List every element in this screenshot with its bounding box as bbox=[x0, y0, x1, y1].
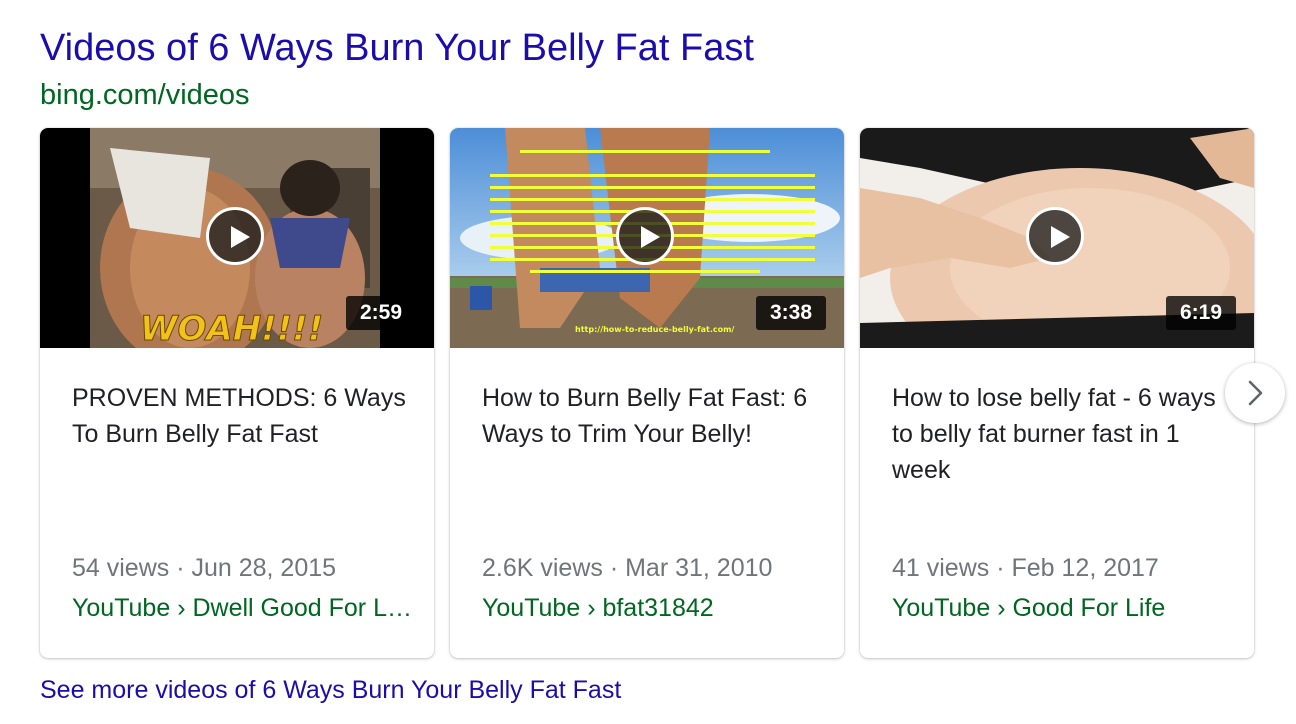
play-icon[interactable] bbox=[616, 207, 674, 265]
video-thumbnail[interactable]: http://how-to-reduce-belly-fat.com/ 3:38 bbox=[450, 128, 844, 348]
video-results-panel: Videos of 6 Ways Burn Your Belly Fat Fas… bbox=[0, 0, 1296, 724]
duration-badge: 6:19 bbox=[1165, 296, 1236, 330]
video-meta: 54 views · Jun 28, 2015 bbox=[72, 554, 337, 582]
play-icon[interactable] bbox=[1026, 207, 1084, 265]
see-more-videos-link[interactable]: See more videos of 6 Ways Burn Your Bell… bbox=[40, 674, 621, 706]
duration-badge: 3:38 bbox=[755, 296, 826, 330]
video-card[interactable]: http://how-to-reduce-belly-fat.com/ 3:38… bbox=[450, 128, 844, 658]
video-meta: 2.6K views · Mar 31, 2010 bbox=[482, 554, 773, 582]
thumb-overlay-text: WOAH!!!! bbox=[140, 309, 323, 348]
video-title[interactable]: How to lose belly fat - 6 ways to belly … bbox=[892, 380, 1232, 488]
video-title[interactable]: How to Burn Belly Fat Fast: 6 Ways to Tr… bbox=[482, 380, 822, 452]
video-channel: YouTube › bfat31842 bbox=[482, 594, 714, 622]
duration-badge: 2:59 bbox=[345, 296, 416, 330]
video-card[interactable]: 6:19 How to lose belly fat - 6 ways to b… bbox=[860, 128, 1254, 658]
play-icon[interactable] bbox=[206, 207, 264, 265]
chevron-right-icon bbox=[1248, 380, 1263, 406]
video-title[interactable]: PROVEN METHODS: 6 Ways To Burn Belly Fat… bbox=[72, 380, 412, 452]
video-thumbnail[interactable]: 6:19 bbox=[860, 128, 1254, 348]
video-meta: 41 views · Feb 12, 2017 bbox=[892, 554, 1159, 582]
carousel-next-button[interactable] bbox=[1225, 363, 1285, 423]
thumb-overlay-text: http://how-to-reduce-belly-fat.com/ bbox=[575, 325, 734, 334]
video-channel: YouTube › Dwell Good For Life bbox=[72, 594, 412, 622]
source-url: bing.com/videos bbox=[40, 79, 250, 111]
video-thumbnail[interactable]: WOAH!!!! 2:59 bbox=[40, 128, 434, 348]
video-channel: YouTube › Good For Life bbox=[892, 594, 1166, 622]
results-title-link[interactable]: Videos of 6 Ways Burn Your Belly Fat Fas… bbox=[40, 26, 754, 70]
video-card[interactable]: WOAH!!!! 2:59 PROVEN METHODS: 6 Ways To … bbox=[40, 128, 434, 658]
video-carousel: WOAH!!!! 2:59 PROVEN METHODS: 6 Ways To … bbox=[40, 128, 1256, 658]
